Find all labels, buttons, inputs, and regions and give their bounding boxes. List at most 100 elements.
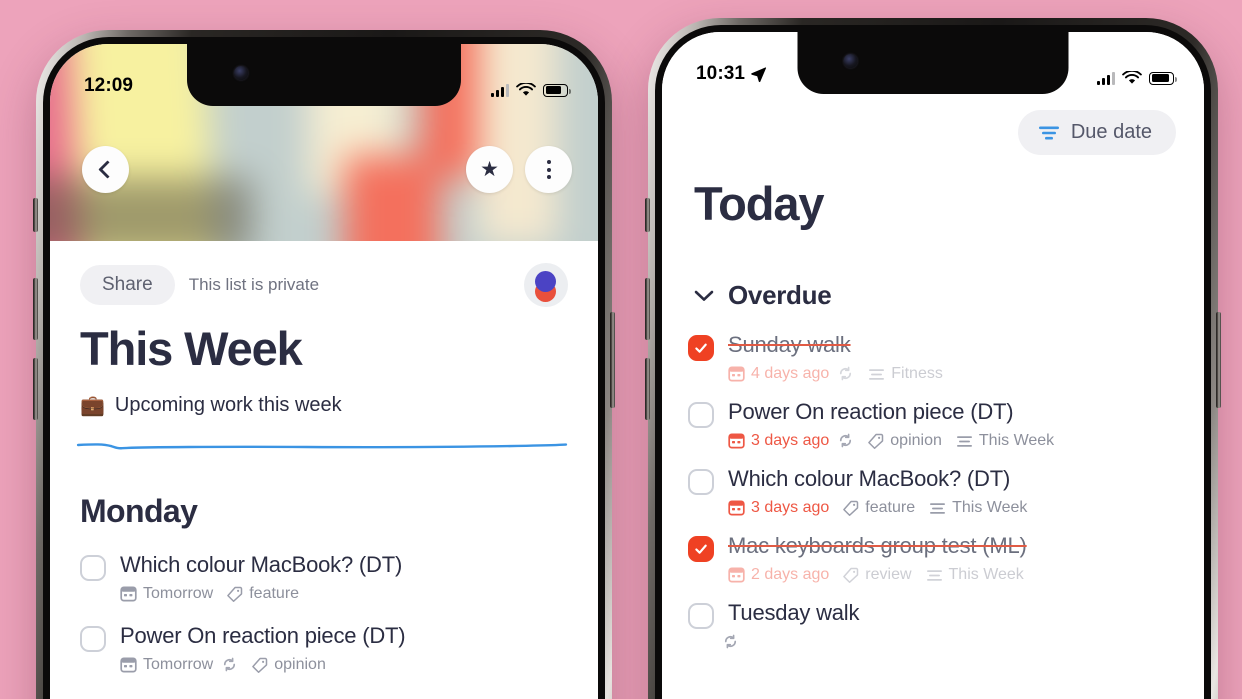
- checkbox-checked[interactable]: [688, 535, 714, 562]
- phone-right-screen: Due date Today Overdue Sunday walk 4 days…: [662, 32, 1204, 699]
- task-repeat: [722, 633, 739, 650]
- task-tag-text: review: [865, 565, 912, 583]
- task-due-text: 4 days ago: [751, 364, 830, 382]
- share-row: Share This list is private: [50, 241, 598, 307]
- task-title: Tuesday walk: [728, 599, 860, 625]
- calendar-icon: [728, 367, 745, 382]
- task-tag-text: opinion: [890, 431, 942, 449]
- list-icon: [869, 369, 885, 381]
- task-meta: 3 days ago feature This Week: [728, 499, 1027, 517]
- task-list: This Week: [926, 566, 1024, 584]
- task-due-text: 2 days ago: [751, 565, 830, 583]
- section-header-overdue[interactable]: Overdue: [694, 280, 832, 311]
- task-row[interactable]: Which colour MacBook? (DT) 3 days ago feat…: [662, 466, 1204, 533]
- more-vertical-icon: [546, 160, 551, 179]
- task-due-date: 3 days ago: [728, 499, 829, 517]
- checkbox-unchecked[interactable]: [80, 555, 106, 581]
- task-title: Power On reaction piece (DT): [120, 622, 406, 648]
- task-tag: feature: [843, 499, 915, 517]
- favorite-button[interactable]: ★: [466, 146, 513, 193]
- briefcase-emoji-icon: 💼: [80, 394, 105, 417]
- task-list-left: Which colour MacBook? (DT) Tomorrow featur…: [50, 530, 598, 694]
- task-list: This Week: [929, 499, 1027, 517]
- task-tag-text: feature: [865, 498, 916, 516]
- task-main: Power On reaction piece (DT) 3 days ago op…: [728, 399, 1054, 450]
- tag-icon: [227, 586, 243, 602]
- task-meta: 3 days ago opinion This Week: [728, 432, 1054, 450]
- task-main: Power On reaction piece (DT) Tomorrow opin…: [120, 622, 406, 674]
- page-title: Today: [694, 177, 825, 230]
- sort-chip[interactable]: Due date: [1017, 110, 1176, 155]
- task-title: Power On reaction piece (DT): [728, 398, 1014, 424]
- task-main: Which colour MacBook? (DT) Tomorrow featur…: [120, 552, 402, 603]
- avatar[interactable]: [524, 263, 568, 307]
- task-title: Sunday walk: [728, 332, 851, 357]
- hand-drawn-divider-icon: [76, 443, 568, 450]
- check-icon: [695, 343, 707, 353]
- task-tag: opinion: [252, 656, 326, 674]
- task-row[interactable]: Mac keyboards group test (ML) 2 days ago r…: [662, 533, 1204, 600]
- task-row[interactable]: Power On reaction piece (DT) 3 days ago op…: [662, 399, 1204, 466]
- page-title: This Week: [80, 322, 303, 375]
- checkbox-unchecked[interactable]: [80, 625, 106, 652]
- checkbox-checked[interactable]: [688, 335, 714, 361]
- phone-left: ★ 12:09 Share This list is private This …: [33, 30, 615, 699]
- device-notch: [187, 44, 461, 106]
- section-label: Overdue: [728, 280, 832, 310]
- checkbox-unchecked[interactable]: [688, 602, 714, 629]
- repeat-icon: [840, 434, 852, 448]
- task-row[interactable]: Which colour MacBook? (DT) Tomorrow featur…: [50, 552, 598, 623]
- list-description: 💼 Upcoming work this week: [50, 376, 598, 417]
- task-repeat: [837, 432, 854, 449]
- task-main: Mac keyboards group test (ML) 2 days ago r…: [728, 533, 1027, 584]
- volume-up-button[interactable]: [645, 278, 650, 340]
- sort-descending-icon: [1038, 126, 1059, 139]
- calendar-icon: [728, 567, 745, 583]
- share-button[interactable]: Share: [80, 265, 175, 305]
- task-row[interactable]: Sunday walk 4 days ago Fitness: [662, 332, 1204, 399]
- tag-icon: [252, 657, 268, 673]
- volume-up-button[interactable]: [33, 278, 38, 340]
- task-due-text: Tomorrow: [143, 655, 214, 673]
- task-due-text: 3 days ago: [751, 431, 830, 449]
- volume-down-button[interactable]: [33, 358, 38, 420]
- task-row[interactable]: Power On reaction piece (DT) Tomorrow opin…: [50, 623, 598, 694]
- mute-switch[interactable]: [645, 198, 650, 232]
- power-button[interactable]: [1216, 312, 1221, 408]
- task-tag: opinion: [868, 432, 942, 450]
- back-button[interactable]: [82, 146, 129, 193]
- power-button[interactable]: [610, 312, 615, 408]
- task-tag: review: [843, 565, 912, 584]
- task-row[interactable]: Tuesday walk: [662, 600, 1204, 666]
- star-icon: ★: [480, 158, 499, 181]
- tag-icon: [843, 500, 859, 516]
- task-meta: Tomorrow feature: [120, 585, 402, 603]
- privacy-label: This list is private: [188, 275, 320, 294]
- task-list: This Week: [956, 432, 1054, 450]
- tag-icon: [843, 567, 859, 583]
- task-main: Which colour MacBook? (DT) 3 days ago feat…: [728, 466, 1027, 517]
- task-title: Which colour MacBook? (DT): [120, 552, 403, 577]
- chevron-down-icon: [694, 290, 714, 301]
- checkbox-unchecked[interactable]: [688, 468, 714, 495]
- task-title: Which colour MacBook? (DT): [728, 465, 1011, 491]
- task-meta: Tomorrow opinion: [120, 656, 405, 674]
- checkbox-unchecked[interactable]: [688, 401, 714, 428]
- list-icon: [956, 436, 972, 448]
- today-content: Due date Today Overdue Sunday walk 4 days…: [662, 32, 1204, 699]
- more-options-button[interactable]: [525, 146, 572, 193]
- phone-left-screen: ★ 12:09 Share This list is private This …: [50, 44, 598, 699]
- task-main: Sunday walk 4 days ago Fitness: [728, 332, 943, 383]
- task-due-text: 3 days ago: [751, 498, 830, 516]
- screenshot-stage: ★ 12:09 Share This list is private This …: [0, 0, 1242, 699]
- list-icon: [926, 570, 942, 582]
- calendar-icon: [120, 587, 137, 602]
- list-content-sheet: Share This list is private This Week 💼 U…: [50, 241, 598, 699]
- task-list-right: Sunday walk 4 days ago Fitness Power On rea…: [662, 332, 1204, 666]
- phone-right: Due date Today Overdue Sunday walk 4 days…: [645, 18, 1221, 699]
- device-notch: [797, 32, 1069, 94]
- mute-switch[interactable]: [33, 198, 38, 232]
- list-description-text: Upcoming work this week: [114, 394, 342, 416]
- volume-down-button[interactable]: [645, 358, 650, 420]
- chevron-left-icon: [98, 160, 117, 179]
